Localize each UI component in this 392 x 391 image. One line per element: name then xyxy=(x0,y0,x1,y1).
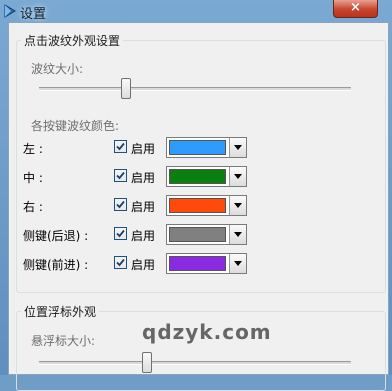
enable-checkbox[interactable] xyxy=(114,169,127,182)
cursor-size-label: 悬浮标大小: xyxy=(31,334,96,348)
row-label: 左 : xyxy=(23,142,43,156)
dropdown-button[interactable] xyxy=(229,254,246,273)
color-picker-middle[interactable] xyxy=(166,166,247,187)
checkmark-icon xyxy=(116,142,125,151)
checkmark-icon xyxy=(116,171,125,180)
watermark: qdzyk.com xyxy=(142,320,272,344)
cursor-size-slider-thumb[interactable] xyxy=(142,352,152,373)
enable-checkbox[interactable] xyxy=(114,256,127,269)
ripple-colors-label: 各按键波纹颜色: xyxy=(31,119,120,133)
ripple-size-slider-track[interactable] xyxy=(39,87,351,91)
title-bar[interactable]: 设置 × xyxy=(0,0,392,22)
chevron-down-icon xyxy=(234,174,242,179)
row-label: 右 : xyxy=(23,200,43,214)
row-label: 侧键(后退) : xyxy=(23,229,89,243)
close-icon: × xyxy=(350,0,361,15)
enable-label: 启用 xyxy=(131,258,156,272)
enable-checkbox[interactable] xyxy=(114,140,127,153)
checkmark-icon xyxy=(116,229,125,238)
checkmark-icon xyxy=(116,258,125,267)
checkmark-icon xyxy=(116,200,125,209)
dropdown-button[interactable] xyxy=(229,196,246,215)
chevron-down-icon xyxy=(234,145,242,150)
chevron-down-icon xyxy=(234,203,242,208)
row-label: 中 : xyxy=(23,171,43,185)
color-swatch xyxy=(169,140,226,155)
color-swatch xyxy=(169,227,226,242)
enable-checkbox[interactable] xyxy=(114,198,127,211)
color-row-side-forward: 侧键(前进) : 启用 xyxy=(17,253,387,275)
enable-label: 启用 xyxy=(131,171,156,185)
dropdown-button[interactable] xyxy=(229,225,246,244)
row-label: 侧键(前进) : xyxy=(23,258,89,272)
ripple-group-title: 点击波纹外观设置 xyxy=(21,32,124,49)
ripple-appearance-group: 点击波纹外观设置 波纹大小: 各按键波纹颜色: 左 : 启用 中: 启用 右 … xyxy=(16,32,387,293)
dropdown-button[interactable] xyxy=(229,167,246,186)
color-row-right: 右 : 启用 xyxy=(17,195,387,217)
color-swatch xyxy=(169,198,226,213)
color-row-left: 左 : 启用 xyxy=(17,137,387,159)
enable-label: 启用 xyxy=(131,200,156,214)
chevron-down-icon xyxy=(234,261,242,266)
ripple-size-label: 波纹大小: xyxy=(31,62,84,76)
color-picker-side-forward[interactable] xyxy=(166,253,247,274)
color-swatch xyxy=(169,256,226,271)
enable-label: 启用 xyxy=(131,142,156,156)
color-row-middle: 中 : 启用 xyxy=(17,166,387,188)
cursor-group-title: 位置浮标外观 xyxy=(21,303,100,320)
color-picker-side-back[interactable] xyxy=(166,224,247,245)
close-button[interactable]: × xyxy=(333,0,378,18)
enable-label: 启用 xyxy=(131,229,156,243)
ripple-size-slider-thumb[interactable] xyxy=(121,78,131,99)
color-picker-left[interactable] xyxy=(166,137,247,158)
cursor-size-slider-track[interactable] xyxy=(39,361,351,365)
dropdown-button[interactable] xyxy=(229,138,246,157)
color-row-side-back: 侧键(后退) : 启用 xyxy=(17,224,387,246)
color-swatch xyxy=(169,169,226,184)
settings-window: 设置 × 点击波纹外观设置 波纹大小: 各按键波纹颜色: 左 : 启用 中: … xyxy=(0,0,392,391)
enable-checkbox[interactable] xyxy=(114,227,127,240)
window-title: 设置 xyxy=(20,7,47,22)
chevron-down-icon xyxy=(234,232,242,237)
color-picker-right[interactable] xyxy=(166,195,247,216)
app-icon xyxy=(4,4,16,18)
